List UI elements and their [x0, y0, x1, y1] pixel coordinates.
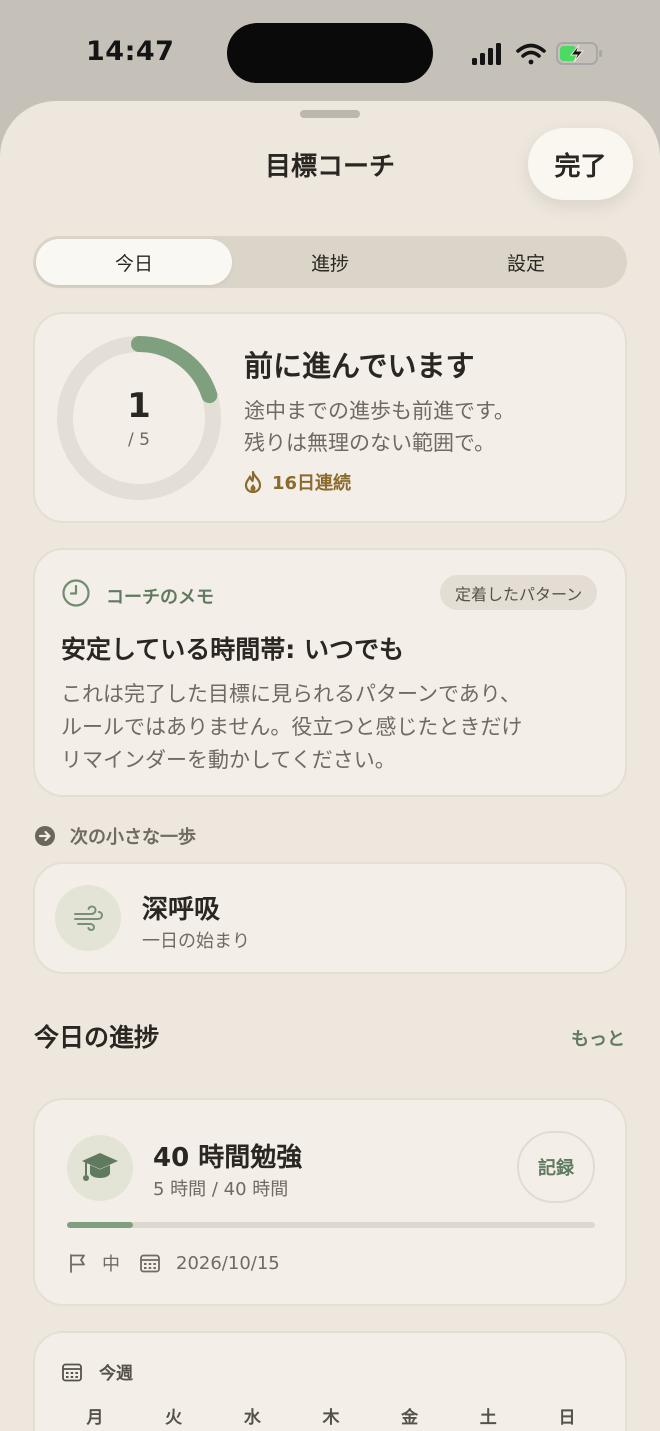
record-button[interactable]: 記録	[517, 1131, 595, 1203]
day-sun[interactable]: 日	[532, 1403, 602, 1428]
goal-priority: 中	[102, 1254, 120, 1275]
pattern-badge: 定着したパターン	[440, 575, 598, 610]
memo-body-line-2: ルールではありません。役立つと感じたときだけ	[61, 715, 523, 739]
week-days: 月 火 水 木 金 土 日	[60, 1403, 602, 1428]
goal-subtitle: 5 時間 / 40 時間	[153, 1179, 289, 1200]
goal-title: 40 時間勉強	[153, 1143, 303, 1173]
next-step-card[interactable]: 深呼吸 一日の始まり	[33, 862, 627, 974]
memo-body-line-3: リマインダーを動かしてください。	[61, 748, 396, 772]
wifi-icon	[516, 43, 546, 65]
goal-coach-sheet: 目標コーチ 完了 今日 進捗 設定 1 / 5 前に進んでいます 途中までの進歩…	[0, 101, 660, 1431]
calendar-icon	[62, 1363, 82, 1381]
flame-icon	[244, 471, 262, 493]
week-card: 今週 月 火 水 木 金 土 日	[33, 1331, 627, 1431]
sheet-grabber[interactable]	[300, 110, 360, 118]
week-label: 今週	[99, 1364, 133, 1384]
day-tue[interactable]: 火	[139, 1403, 209, 1428]
tab-progress[interactable]: 進捗	[232, 239, 428, 285]
calendar-icon	[140, 1254, 160, 1273]
memo-headline: 安定している時間帯: いつでも	[61, 635, 404, 664]
goal-due-date: 2026/10/15	[176, 1252, 280, 1274]
goal-card[interactable]: 40 時間勉強 5 時間 / 40 時間 記録 中 2026/10/15	[33, 1098, 627, 1306]
status-icons	[472, 42, 602, 65]
streak-text: 16日連続	[272, 473, 352, 494]
clock-icon	[62, 579, 90, 607]
day-mon[interactable]: 月	[60, 1403, 130, 1428]
progress-headline: 前に進んでいます	[244, 349, 475, 383]
breath-icon-circle	[55, 885, 121, 951]
next-step-title: 深呼吸	[142, 895, 221, 925]
done-button[interactable]: 完了	[528, 128, 633, 200]
day-thu[interactable]: 木	[296, 1403, 366, 1428]
goal-progress-fill	[67, 1222, 133, 1228]
coach-memo-card: コーチのメモ 定着したパターン 安定している時間帯: いつでも これは完了した目…	[33, 548, 627, 797]
flag-icon	[70, 1254, 85, 1273]
more-link[interactable]: もっと	[571, 1025, 625, 1051]
status-time: 14:47	[86, 36, 175, 67]
graduation-cap-icon	[82, 1153, 118, 1181]
next-step-header: 次の小さな一歩	[34, 823, 196, 849]
next-step-label: 次の小さな一歩	[70, 827, 196, 848]
day-wed[interactable]: 水	[217, 1403, 287, 1428]
cellular-signal-icon	[472, 43, 501, 65]
day-fri[interactable]: 金	[375, 1403, 445, 1428]
next-step-subtitle: 一日の始まり	[142, 931, 250, 952]
goal-progress-bar	[67, 1222, 595, 1228]
daily-progress-card: 1 / 5 前に進んでいます 途中までの進歩も前進です。 残りは無理のない範囲で…	[33, 312, 627, 523]
progress-message-line-1: 途中までの進歩も前進です。	[244, 399, 515, 423]
day-sat[interactable]: 土	[453, 1403, 523, 1428]
streak-badge: 16日連続	[244, 469, 351, 495]
goal-meta: 中 2026/10/15	[67, 1250, 280, 1276]
completed-count: 1	[127, 386, 151, 426]
tab-settings[interactable]: 設定	[428, 239, 624, 285]
wind-icon	[74, 905, 104, 932]
dynamic-island	[227, 23, 433, 83]
status-bar: 14:47	[0, 0, 660, 100]
arrow-right-circle-icon	[35, 826, 55, 846]
today-progress-title: 今日の進捗	[34, 1023, 160, 1052]
goal-icon-circle	[67, 1135, 133, 1201]
total-count: / 5	[128, 430, 150, 450]
battery-icon	[556, 42, 602, 65]
progress-message-line-2: 残りは無理のない範囲で。	[244, 431, 496, 455]
tab-today[interactable]: 今日	[36, 239, 232, 285]
memo-body-line-1: これは完了した目標に見られるパターンであり、	[61, 682, 521, 706]
memo-label: コーチのメモ	[106, 587, 214, 608]
week-header: 今週	[61, 1359, 133, 1384]
segmented-control: 今日 進捗 設定	[33, 236, 627, 288]
